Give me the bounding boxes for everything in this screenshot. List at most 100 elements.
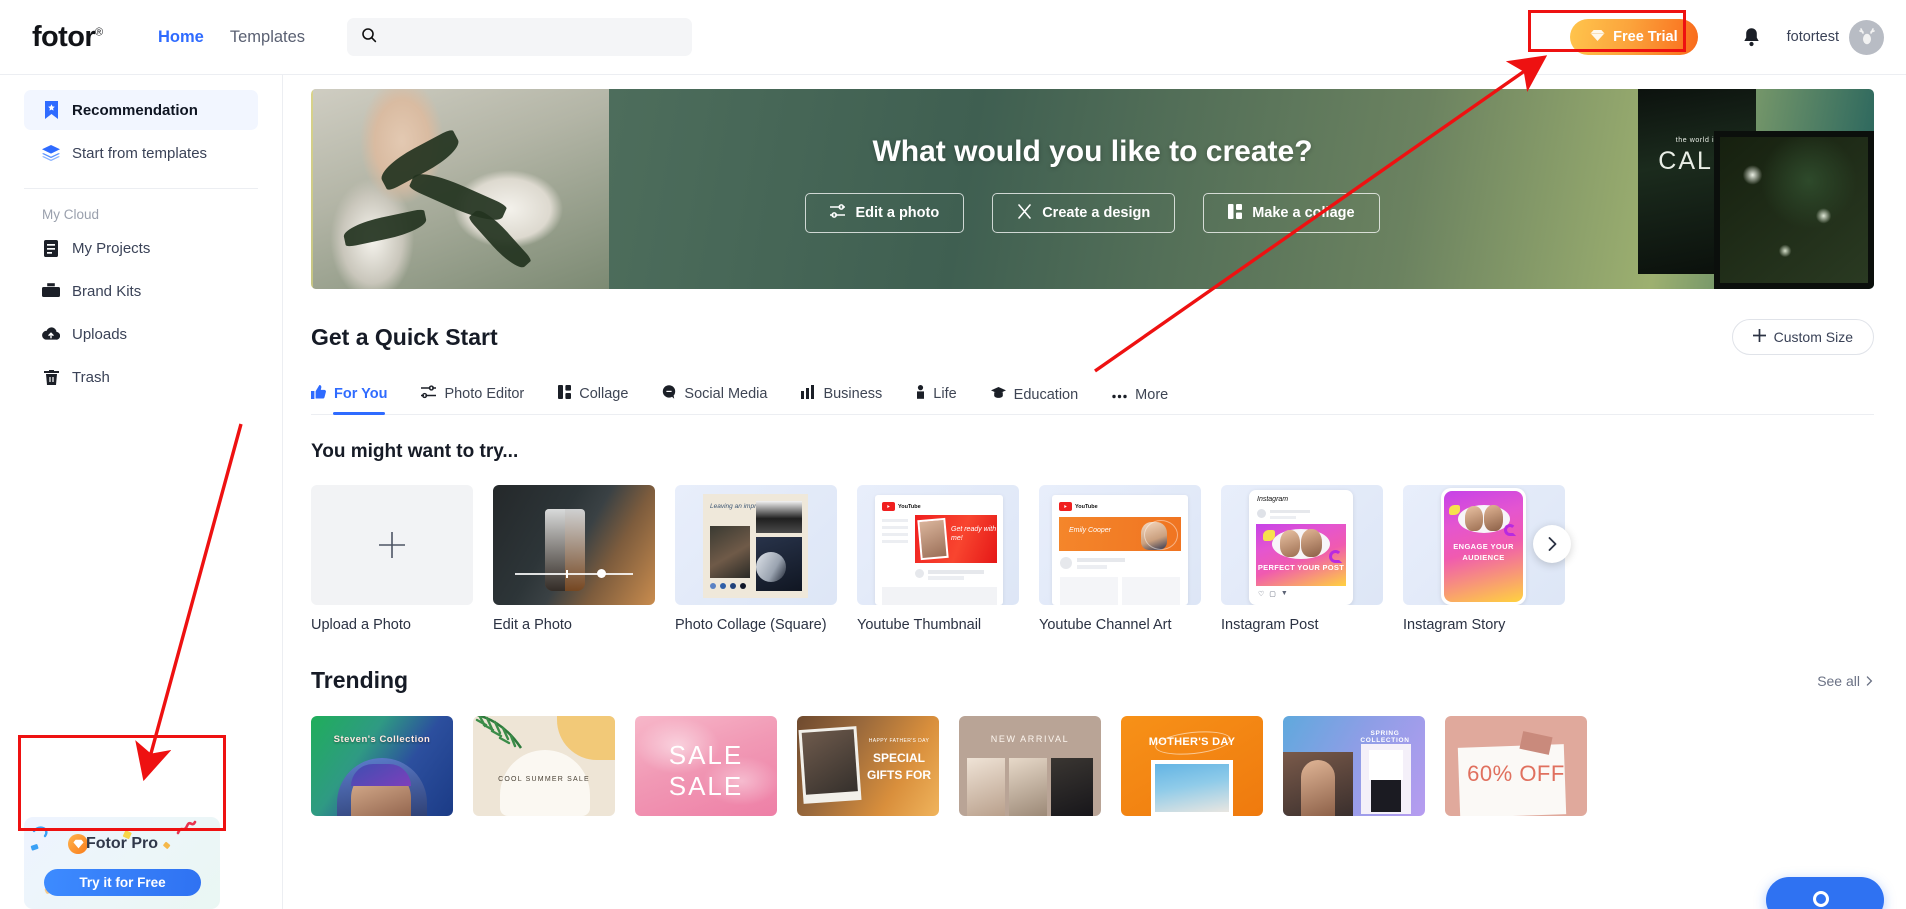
trending-item[interactable]: SALE SALE — [635, 716, 777, 816]
sliders-icon — [420, 385, 438, 403]
trending-item[interactable]: Steven's Collection — [311, 716, 453, 816]
trending-label: COOL SUMMER SALE — [498, 776, 590, 783]
hero-banner: the world is CALM What would you like to… — [311, 89, 1874, 289]
top-navigation-bar: fotor® Home Templates Free Trial fotorte… — [0, 0, 1906, 75]
tab-photo-editor[interactable]: Photo Editor — [420, 385, 524, 414]
sidebar-item-uploads[interactable]: Uploads — [24, 314, 258, 354]
trending-item[interactable]: SPRING COLLECTION — [1283, 716, 1425, 816]
chat-support-button[interactable] — [1766, 877, 1884, 909]
logo-text: fotor — [32, 20, 96, 53]
card-thumbnail[interactable]: Leaving an impression — [675, 485, 837, 605]
make-a-collage-button[interactable]: Make a collage — [1203, 193, 1380, 233]
card-label: Youtube Channel Art — [1039, 617, 1172, 633]
document-icon — [42, 239, 60, 257]
tab-life[interactable]: Life — [916, 385, 957, 414]
sidebar-item-brand-kits[interactable]: Brand Kits — [24, 271, 258, 311]
try-it-for-free-button[interactable]: Try it for Free — [44, 869, 201, 896]
trending-item[interactable]: NEW ARRIVAL — [959, 716, 1101, 816]
briefcase-icon — [42, 283, 60, 299]
collage-grid-icon — [558, 385, 572, 403]
card-thumbnail[interactable]: Instagram PERFECT YOUR POST ♡ ▢ ▼ — [1221, 485, 1383, 605]
sidebar-item-start-from-templates[interactable]: Start from templates — [24, 133, 258, 173]
ellipsis-icon — [1112, 387, 1127, 403]
trending-overline: HAPPY FATHER'S DAY — [868, 738, 930, 744]
tab-label: Life — [933, 386, 957, 402]
top-right-actions: Free Trial fotortest — [1570, 19, 1884, 55]
trending-label: SPRING COLLECTION — [1360, 730, 1410, 744]
plus-icon — [379, 532, 405, 558]
search-bar[interactable] — [347, 18, 693, 56]
channel-art-caption: Emily Cooper — [1069, 527, 1112, 534]
diamond-icon — [1590, 29, 1605, 46]
tab-education[interactable]: Education — [990, 386, 1078, 414]
sidebar-item-trash[interactable]: Trash — [24, 357, 258, 397]
search-icon — [361, 27, 377, 48]
trending-item[interactable]: HAPPY FATHER'S DAY SPECIAL GIFTS FOR — [797, 716, 939, 816]
free-trial-button[interactable]: Free Trial — [1570, 19, 1698, 55]
nav-item-templates[interactable]: Templates — [230, 28, 305, 47]
card-youtube-thumbnail[interactable]: YouTube Get ready with me! Youtube Thumb… — [857, 485, 1019, 633]
brand-label: YouTube — [1075, 503, 1098, 510]
card-edit-a-photo[interactable]: Edit a Photo — [493, 485, 655, 633]
person-icon — [916, 385, 925, 403]
comment-icon: ▢ — [1269, 591, 1276, 598]
search-input[interactable] — [387, 29, 679, 45]
chevron-right-icon — [1866, 675, 1873, 686]
carousel-next-button[interactable] — [1533, 525, 1571, 563]
card-photo-collage-square[interactable]: Leaving an impression Photo Collage (Squ… — [675, 485, 837, 633]
card-thumbnail[interactable] — [311, 485, 473, 605]
fotor-home-screen: fotor® Home Templates Free Trial fotorte… — [0, 0, 1906, 909]
see-all-label: See all — [1817, 672, 1860, 689]
sidebar-item-my-projects[interactable]: My Projects — [24, 228, 258, 268]
custom-size-label: Custom Size — [1773, 329, 1853, 345]
tab-label: Business — [823, 386, 883, 402]
brand-label: YouTube — [898, 503, 921, 510]
avatar[interactable] — [1849, 19, 1884, 55]
trending-title: Trending — [311, 667, 409, 693]
hero-button-label: Edit a photo — [855, 205, 940, 221]
card-upload-a-photo[interactable]: Upload a Photo — [311, 485, 473, 633]
card-instagram-post[interactable]: Instagram PERFECT YOUR POST ♡ ▢ ▼ Instag… — [1221, 485, 1383, 633]
custom-size-button[interactable]: Custom Size — [1731, 319, 1874, 355]
trending-row: Steven's Collection COOL SUMMER SALE SAL… — [311, 716, 1906, 816]
tab-label: More — [1135, 387, 1169, 403]
youtube-play-icon — [887, 505, 890, 508]
free-trial-label: Free Trial — [1613, 29, 1678, 45]
sidebar-item-label: Brand Kits — [72, 282, 142, 300]
card-thumbnail[interactable] — [493, 485, 655, 605]
trending-item[interactable]: COOL SUMMER SALE — [473, 716, 615, 816]
tab-social-media[interactable]: Social Media — [662, 385, 767, 414]
instagram-action-icons: ♡ ▢ ▼ — [1258, 590, 1288, 598]
trending-item[interactable]: 60% OFF — [1445, 716, 1587, 816]
tab-for-you[interactable]: For You — [311, 385, 388, 415]
quick-start-title: Get a Quick Start — [311, 323, 498, 350]
edit-a-photo-button[interactable]: Edit a photo — [805, 193, 965, 233]
notifications-button[interactable] — [1742, 27, 1761, 48]
create-a-design-button[interactable]: Create a design — [992, 193, 1176, 233]
tab-more[interactable]: More — [1112, 387, 1168, 414]
graduation-cap-icon — [990, 386, 1006, 403]
tab-collage[interactable]: Collage — [558, 385, 628, 414]
nav-item-home[interactable]: Home — [158, 28, 204, 47]
trash-icon — [42, 369, 60, 386]
sidebar-item-recommendation[interactable]: Recommendation — [24, 90, 258, 130]
fotor-pro-promo[interactable]: Fotor Pro Try it for Free — [24, 817, 220, 909]
sidebar-item-label: Recommendation — [72, 101, 198, 119]
trending-label: 60% OFF — [1467, 761, 1565, 786]
tab-label: For You — [334, 386, 388, 402]
bell-icon — [1743, 27, 1759, 46]
see-all-button[interactable]: See all — [1817, 673, 1874, 689]
card-youtube-channel-art[interactable]: YouTube Emily Cooper Youtube Channel Art — [1039, 485, 1201, 633]
bookmark-star-icon — [42, 101, 60, 119]
trending-item[interactable]: MOTHER'S DAY — [1121, 716, 1263, 816]
tab-business[interactable]: Business — [801, 385, 882, 414]
main-content: the world is CALM What would you like to… — [283, 75, 1906, 909]
card-thumbnail[interactable]: YouTube Emily Cooper — [1039, 485, 1201, 605]
fotor-pro-card[interactable]: Fotor Pro Try it for Free — [24, 817, 220, 909]
fotor-logo[interactable]: fotor® — [32, 20, 132, 53]
scissors-icon — [1017, 203, 1032, 223]
avatar-deer-icon — [1858, 28, 1875, 45]
card-thumbnail[interactable]: YouTube Get ready with me! — [857, 485, 1019, 605]
cloud-upload-icon — [42, 327, 60, 341]
username-label: fotortest — [1786, 29, 1839, 45]
